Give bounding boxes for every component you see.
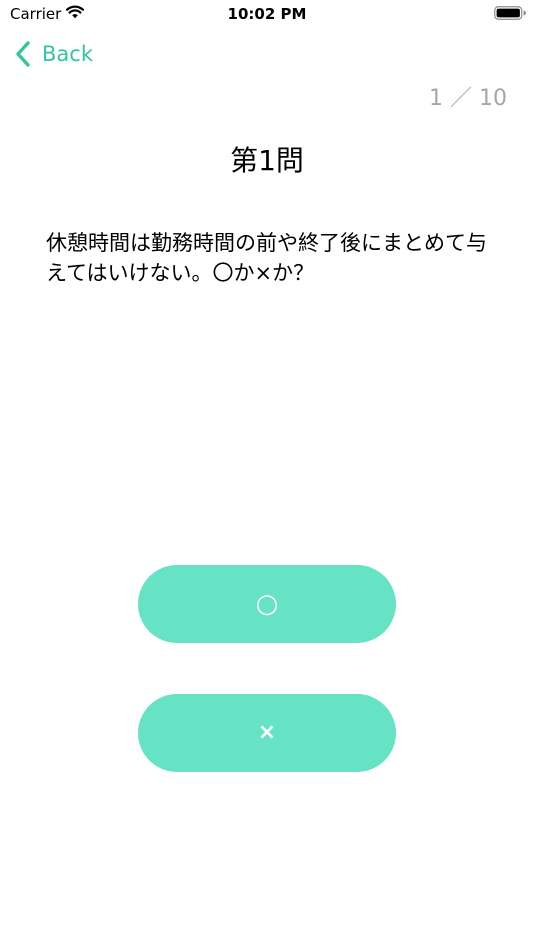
back-button[interactable]: Back xyxy=(14,38,93,70)
cross-icon: × xyxy=(257,720,277,745)
question-title: 第1問 xyxy=(230,144,304,177)
battery-icon xyxy=(494,6,526,20)
circle-icon: ○ xyxy=(255,589,279,619)
question-text: 休憩時間は勤務時間の前や終了後にまとめて与えてはいけない。〇か×か？ xyxy=(46,231,487,285)
question-progress: 1 ／ 10 xyxy=(429,86,507,111)
back-label: Back xyxy=(42,42,93,66)
answer-true-button[interactable]: ○ xyxy=(138,565,396,643)
status-bar: Carrier 10:02 PM xyxy=(0,0,534,28)
clock: 10:02 PM xyxy=(227,5,307,23)
answer-false-button[interactable]: × xyxy=(138,694,396,772)
chevron-left-icon xyxy=(16,41,30,67)
